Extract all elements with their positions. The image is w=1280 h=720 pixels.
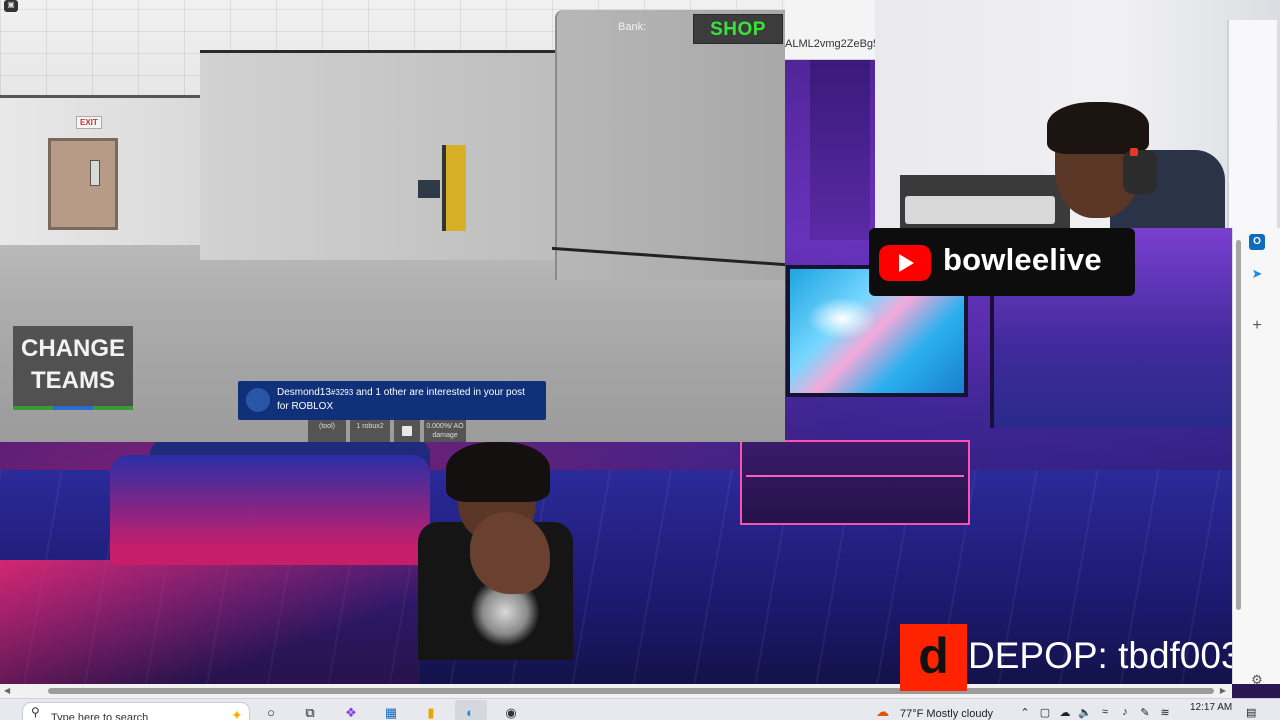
change-teams-button[interactable]: CHANGE TEAMS (13, 326, 133, 410)
team-color-segment (53, 406, 93, 410)
game-door-yellow (442, 145, 466, 231)
notification-user: Desmond13 (277, 387, 331, 398)
hotbar-slot[interactable] (394, 420, 420, 442)
youtube-logo-icon (879, 245, 931, 281)
scroll-left-arrow-icon[interactable]: ◀ (4, 686, 10, 695)
obs-icon[interactable]: ◉ (502, 704, 520, 720)
play-icon (899, 254, 914, 272)
roblox-menu-icon[interactable]: ▣ (4, 0, 18, 12)
change-teams-label: CHANGE TEAMS (20, 335, 125, 394)
cutout-hair (446, 442, 550, 502)
camera-icon[interactable]: ▢ (1038, 706, 1052, 719)
file-explorer-icon[interactable]: ▮ (422, 704, 440, 720)
task-view-icon[interactable]: ⧉ (301, 704, 319, 720)
headset-icon (1123, 150, 1157, 194)
chevron-up-icon[interactable]: ⌃ (1018, 706, 1032, 719)
background-sofa (110, 455, 430, 565)
webcam-door (1227, 20, 1277, 228)
network-icon[interactable]: ≈ (1098, 706, 1112, 719)
team-color-segment (13, 406, 53, 410)
tool-hotbar: (tool) 1 robux2 0.000%/ AO damage (308, 420, 466, 442)
weather-widget[interactable]: 77°F Mostly cloudy (900, 708, 993, 720)
pen-icon[interactable]: ✎ (1138, 706, 1152, 719)
cortana-icon[interactable]: ○ (262, 704, 280, 720)
depop-handle: DEPOP: tbdf0032 (968, 635, 1232, 676)
webcam-feed (875, 0, 1280, 228)
weather-desc: Mostly cloudy (926, 708, 994, 720)
search-placeholder: Type here to search (51, 712, 149, 720)
url-text: ALML2vmg2ZeBg5 (785, 38, 875, 50)
exit-sign: EXIT (76, 116, 102, 129)
game-wall-center (200, 50, 560, 260)
clock-time: 12:17 AM (1190, 702, 1233, 713)
hotbar-slot[interactable]: 0.000%/ AO damage (424, 420, 466, 442)
background-neon-glow (0, 560, 420, 684)
outlook-icon[interactable]: O (1249, 234, 1265, 250)
send-icon[interactable]: ➤ (1249, 266, 1265, 282)
background-tv-shelf (746, 475, 964, 477)
windows-taskbar: ⚲ Type here to search ✦ ○ ⧉ ❖ ▦ ▮ ◐ ◉ ☁ … (0, 698, 1280, 720)
streamer-cutout-image (418, 442, 573, 660)
notification-toast[interactable]: Desmond13#3293 and 1 other are intereste… (238, 381, 546, 420)
plus-icon[interactable]: + (1249, 318, 1265, 334)
scroll-right-arrow-icon[interactable]: ▶ (1220, 686, 1226, 695)
horizontal-scrollbar-thumb[interactable] (48, 688, 1214, 694)
headset-light (1130, 148, 1138, 156)
team-color-bar (13, 406, 133, 410)
hotbar-slot-label: (tool) (319, 423, 335, 430)
shop-button[interactable]: SHOP (693, 14, 783, 44)
search-highlight-icon: ✦ (231, 707, 243, 720)
wifi-icon[interactable]: ≋ (1158, 706, 1172, 719)
hotbar-slot[interactable]: 1 robux2 (350, 420, 390, 442)
game-wall-right (555, 10, 785, 280)
tool-item-icon (402, 426, 412, 436)
taskbar-clock[interactable]: 12:17 AM (1190, 702, 1232, 713)
game-wall-sign (418, 180, 440, 198)
bank-label: Bank: (618, 21, 647, 33)
hotbar-slot-label: 1 robux2 (356, 423, 384, 430)
weather-temp: 77°F (900, 708, 924, 720)
horizontal-scrollbar[interactable]: ◀ ▶ (0, 684, 1232, 698)
volume-icon[interactable]: 🔈 (1078, 706, 1092, 719)
background-tv-stand (740, 440, 970, 525)
calculator-icon[interactable]: ▦ (382, 704, 400, 720)
settings-icon[interactable]: ⚙ (1249, 672, 1265, 688)
browser-address-bar[interactable]: ALML2vmg2ZeBg5 (785, 0, 875, 60)
depop-logo-icon: d (900, 624, 967, 691)
copilot-icon[interactable]: ❖ (342, 704, 360, 720)
vertical-scrollbar-thumb[interactable] (1236, 240, 1241, 610)
microphone-icon[interactable]: ♪ (1118, 706, 1132, 719)
game-door-window (90, 160, 100, 186)
edge-browser-icon[interactable]: ◐ (461, 704, 479, 720)
cloud-icon[interactable]: ☁ (1058, 706, 1072, 719)
webcam-streamer-hair (1047, 102, 1149, 154)
team-color-segment (93, 406, 133, 410)
webcam-keyboard (905, 196, 1055, 224)
game-door-left (48, 138, 118, 230)
youtube-channel-name: bowleelive (943, 242, 1102, 277)
weather-icon[interactable]: ☁ (876, 704, 889, 720)
hotbar-slot[interactable]: (tool) (308, 420, 346, 442)
youtube-channel-badge: bowleelive (869, 228, 1135, 296)
system-tray: ⌃ ▢ ☁ 🔈 ≈ ♪ ✎ ≋ (1018, 706, 1172, 719)
hotbar-slot-label: 0.000%/ AO damage (426, 423, 464, 439)
background-pillar (810, 60, 870, 240)
taskbar-search-box[interactable]: ⚲ Type here to search ✦ (22, 702, 250, 720)
game-viewport[interactable]: EXIT ▣ Bank: SHOP CHANGE TEAMS Desmond13… (0, 0, 785, 442)
notification-center-icon[interactable]: ▤ (1246, 706, 1256, 719)
notification-tag: #3293 (330, 388, 354, 397)
notification-avatar (246, 388, 270, 412)
search-icon: ⚲ (31, 705, 40, 719)
